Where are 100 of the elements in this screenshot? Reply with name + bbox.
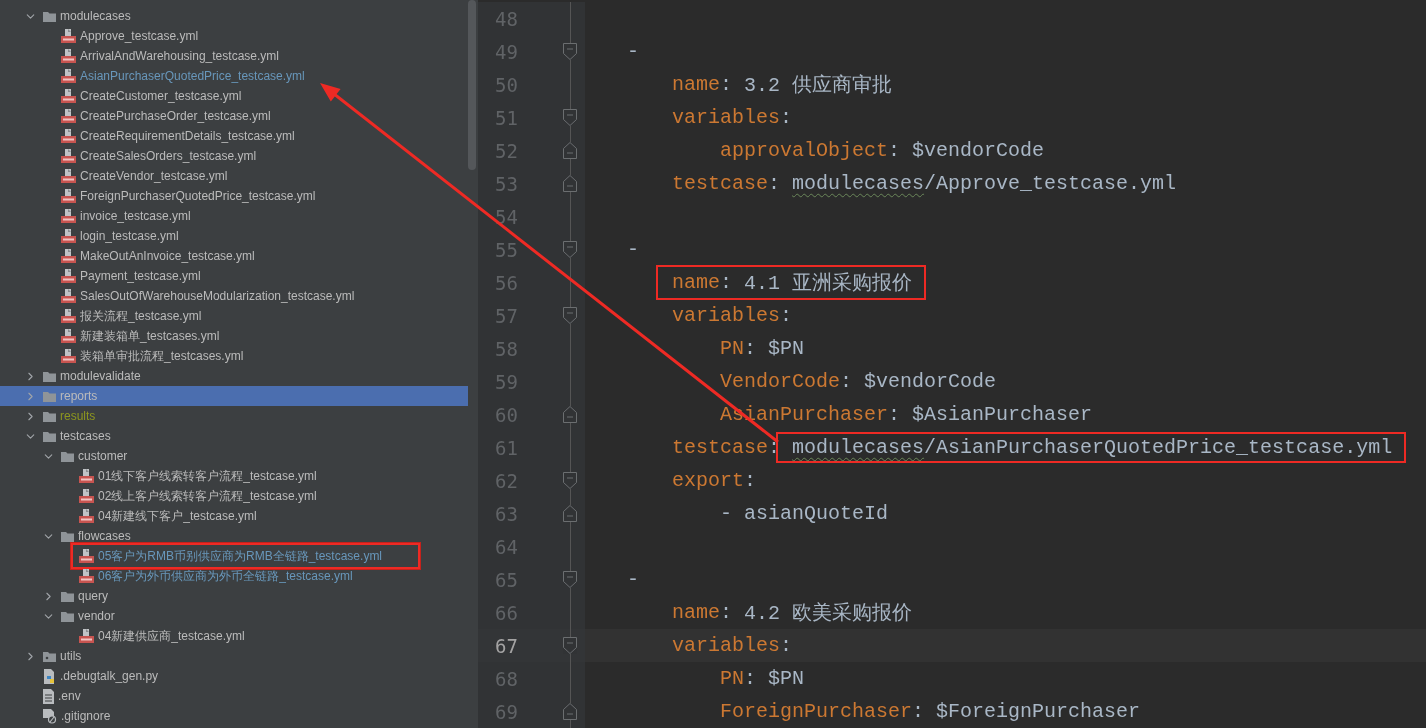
tree-row[interactable]: AsianPurchaserQuotedPrice_testcase.yml <box>0 66 468 86</box>
file-name: 04新建线下客户_testcase.yml <box>98 507 257 525</box>
fold-icon[interactable] <box>563 571 577 588</box>
folder-icon <box>61 530 74 542</box>
tree-row[interactable]: SalesOutOfWarehouseModularization_testcase.yml <box>0 286 468 306</box>
tree-row[interactable]: 报关流程_testcase.yml <box>0 306 468 326</box>
folder-icon <box>43 650 56 662</box>
yaml-file-icon <box>79 509 94 523</box>
file-name: Approve_testcase.yml <box>80 29 199 43</box>
python-file-icon <box>43 668 56 684</box>
tree-row[interactable]: 05客户为RMB币别供应商为RMB全链路_testcase.yml <box>0 546 468 566</box>
yaml-punctuation: : <box>840 370 853 393</box>
tree-row[interactable]: flowcases <box>0 526 468 546</box>
yaml-key: testcase <box>672 172 768 195</box>
folder-name: modulevalidate <box>60 369 141 383</box>
tree-row[interactable]: CreateRequirementDetails_testcase.yml <box>0 126 468 146</box>
folder-icon <box>43 410 56 422</box>
yaml-value: 4.1 亚洲采购报价 <box>744 271 913 296</box>
unfold-icon[interactable] <box>563 175 577 192</box>
yaml-file-icon <box>61 249 76 263</box>
tree-row[interactable]: login_testcase.yml <box>0 226 468 246</box>
tree-row[interactable]: testcases <box>0 426 468 446</box>
tree-row[interactable]: 新建装箱单_testcases.yml <box>0 326 468 346</box>
tree-row[interactable]: 04新建线下客户_testcase.yml <box>0 506 468 526</box>
file-name: .debugtalk_gen.py <box>60 669 159 683</box>
tree-row[interactable]: 02线上客户线索转客户流程_testcase.yml <box>0 486 468 506</box>
yaml-file-icon <box>61 309 76 323</box>
tree-row[interactable]: .gitignore <box>0 706 468 726</box>
unfold-icon[interactable] <box>563 142 577 159</box>
tree-row[interactable]: query <box>0 586 468 606</box>
file-path: /Approve_testcase.yml <box>924 172 1177 195</box>
tree-row[interactable]: invoice_testcase.yml <box>0 206 468 226</box>
fold-icon[interactable] <box>563 472 577 489</box>
yaml-key: variables <box>672 106 781 129</box>
fold-icon[interactable] <box>563 637 577 654</box>
fold-icon[interactable] <box>563 43 577 60</box>
yaml-key: ForeignPurchaser <box>720 700 913 723</box>
tree-row[interactable]: .debugtalk_gen.py <box>0 666 468 686</box>
yaml-file-icon <box>61 269 76 283</box>
unfold-icon[interactable] <box>563 505 577 522</box>
tree-row[interactable]: 装箱单审批流程_testcases.yml <box>0 346 468 366</box>
tree-row[interactable]: utils <box>0 646 468 666</box>
tree-row[interactable]: vendor <box>0 606 468 626</box>
yaml-punctuation: : <box>720 271 733 294</box>
yaml-punctuation: : <box>720 601 733 624</box>
folder-name: flowcases <box>78 529 131 543</box>
folder-name: utils <box>60 649 82 663</box>
file-name: CreateRequirementDetails_testcase.yml <box>80 129 295 143</box>
tree-row[interactable]: 06客户为外币供应商为外币全链路_testcase.yml <box>0 566 468 586</box>
file-name: 01线下客户线索转客户流程_testcase.yml <box>98 467 317 485</box>
line-number: 67 <box>494 634 518 657</box>
yaml-file-icon <box>61 69 76 83</box>
yaml-value: 3.2 供应商审批 <box>744 73 893 98</box>
tree-row[interactable]: ForeignPurchaserQuotedPrice_testcase.yml <box>0 186 468 206</box>
fold-icon[interactable] <box>563 109 577 126</box>
tree-row[interactable]: modulevalidate <box>0 366 468 386</box>
yaml-value: $PN <box>768 667 805 690</box>
tree-row[interactable]: 01线下客户线索转客户流程_testcase.yml <box>0 466 468 486</box>
file-name: ForeignPurchaserQuotedPrice_testcase.yml <box>80 189 316 203</box>
tree-row[interactable]: Approve_testcase.yml <box>0 26 468 46</box>
file-name: .gitignore <box>61 709 111 723</box>
fold-icon[interactable] <box>563 241 577 258</box>
tree-row[interactable]: CreatePurchaseOrder_testcase.yml <box>0 106 468 126</box>
yaml-key: PN <box>720 337 744 360</box>
tree-row[interactable]: Payment_testcase.yml <box>0 266 468 286</box>
fold-icon[interactable] <box>563 307 577 324</box>
folder-name: query <box>78 589 109 603</box>
yaml-punctuation: : <box>720 73 733 96</box>
tree-row[interactable]: CreateSalesOrders_testcase.yml <box>0 146 468 166</box>
yaml-punctuation: - <box>627 40 639 63</box>
yaml-value: 4.2 欧美采购报价 <box>744 601 913 626</box>
tree-row[interactable]: CreateCustomer_testcase.yml <box>0 86 468 106</box>
unfold-icon[interactable] <box>563 406 577 423</box>
file-name: Payment_testcase.yml <box>80 269 201 283</box>
file-path: modulecases <box>792 436 925 459</box>
tree-row[interactable]: results <box>0 406 468 426</box>
yaml-file-icon <box>61 169 76 183</box>
file-name: invoice_testcase.yml <box>80 209 191 223</box>
tree-row[interactable]: CreateVendor_testcase.yml <box>0 166 468 186</box>
folder-icon <box>43 10 56 22</box>
file-name: AsianPurchaserQuotedPrice_testcase.yml <box>80 69 305 83</box>
yaml-punctuation: - <box>627 238 639 261</box>
yaml-file-icon <box>79 569 94 583</box>
file-name: 05客户为RMB币别供应商为RMB全链路_testcase.yml <box>98 547 383 565</box>
file-name: CreateCustomer_testcase.yml <box>80 89 242 103</box>
tree-row[interactable]: modulecases <box>0 6 468 26</box>
scrollbar-thumb[interactable] <box>468 0 476 170</box>
unfold-icon[interactable] <box>563 703 577 720</box>
tree-row[interactable]: 04新建供应商_testcase.yml <box>0 626 468 646</box>
tree-row[interactable]: .env <box>0 686 468 706</box>
yaml-file-icon <box>61 49 76 63</box>
tree-row[interactable]: customer <box>0 446 468 466</box>
yaml-file-icon <box>61 109 76 123</box>
file-name: 新建装箱单_testcases.yml <box>80 327 220 345</box>
yaml-value: $vendorCode <box>864 370 997 393</box>
yaml-file-icon <box>61 209 76 223</box>
yaml-key: variables <box>672 304 781 327</box>
folder-name: customer <box>78 449 128 463</box>
tree-row[interactable]: MakeOutAnInvoice_testcase.yml <box>0 246 468 266</box>
tree-row[interactable]: ArrivalAndWarehousing_testcase.yml <box>0 46 468 66</box>
